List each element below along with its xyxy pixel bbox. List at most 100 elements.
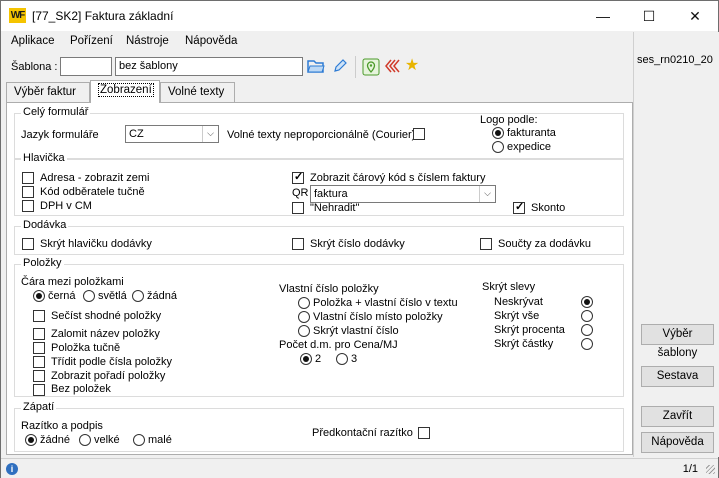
kod-odberatele-label: Kód odběratele tučně <box>40 186 145 198</box>
location-pin-icon[interactable] <box>362 58 380 76</box>
qr-label: QR <box>292 187 309 199</box>
favorite-star-icon[interactable]: ★ <box>403 57 421 75</box>
cara-zadna-radio[interactable] <box>132 290 144 302</box>
pocet-3-radio[interactable] <box>336 353 348 365</box>
group-zapati: Zápatí Razítko a podpis žádné velké malé… <box>14 401 624 452</box>
cara-svetla-label: světlá <box>98 290 127 302</box>
page-count: 1/1 <box>682 463 698 475</box>
dph-checkbox[interactable] <box>22 200 34 212</box>
sablona-name-input[interactable]: bez šablony <box>115 57 303 76</box>
vyber-sablony-button[interactable]: Výběr šablony <box>641 324 714 359</box>
tab-zobrazeni[interactable]: Zobrazení <box>90 80 160 103</box>
cara-cerna-radio[interactable] <box>33 290 45 302</box>
info-icon[interactable]: i <box>6 463 18 475</box>
logo-fakturanta-radio[interactable] <box>492 127 504 139</box>
logo-fakturanta-label: fakturanta <box>507 127 556 139</box>
menu-porizeni[interactable]: Pořízení <box>70 35 113 47</box>
main-window: WF [77_SK2] Faktura základní — ☐ ✕ Aplik… <box>0 0 719 478</box>
poradi-label: Zobrazit pořadí položky <box>51 370 166 382</box>
tab-vyber-faktur[interactable]: Výběr faktur <box>6 82 90 102</box>
vl-skryt-radio[interactable] <box>298 325 310 337</box>
napoveda-button[interactable]: Nápověda <box>641 432 714 453</box>
skryt-cislo-checkbox[interactable] <box>292 238 304 250</box>
pocet-2-radio[interactable] <box>300 353 312 365</box>
neskryvat-radio[interactable] <box>581 296 593 308</box>
cara-label: Čára mezi položkami <box>21 276 124 288</box>
logo-expedice-label: expedice <box>507 141 552 153</box>
app-logo: WF <box>9 8 26 23</box>
qr-select[interactable]: faktura ⌵ <box>310 185 496 203</box>
secist-label: Sečíst shodné položky <box>51 310 162 322</box>
bez-polozek-checkbox[interactable] <box>33 384 45 396</box>
menu-bar: Aplikace Pořízení Nástroje Nápověda <box>1 32 633 52</box>
razitko-zadne-label: žádné <box>40 434 70 446</box>
volne-texty-checkbox[interactable] <box>413 128 425 140</box>
maximize-button[interactable]: ☐ <box>626 1 672 31</box>
carovy-kod-checkbox[interactable] <box>292 170 304 184</box>
predkontacni-checkbox[interactable] <box>418 427 430 439</box>
skonto-label: Skonto <box>531 202 566 214</box>
group-cely-formular: Celý formulář Jazyk formuláře CZ ⌵ Volné… <box>14 106 624 159</box>
menu-aplikace[interactable]: Aplikace <box>11 35 54 47</box>
razitko-label: Razítko a podpis <box>21 420 103 432</box>
qr-value: faktura <box>314 188 348 200</box>
menu-napoveda[interactable]: Nápověda <box>185 35 237 47</box>
vl-polozka-radio[interactable] <box>298 297 310 309</box>
jazyk-select[interactable]: CZ ⌵ <box>125 125 219 143</box>
sablona-label: Šablona : <box>11 61 58 73</box>
template-file-text: ses_rn0210_20 <box>637 54 713 66</box>
skryt-hlavicku-checkbox[interactable] <box>22 238 34 250</box>
cara-cerna-label: černá <box>48 290 76 302</box>
soucty-checkbox[interactable] <box>480 238 492 250</box>
jazyk-label: Jazyk formuláře <box>21 129 99 141</box>
cara-svetla-radio[interactable] <box>83 290 95 302</box>
skonto-checkbox[interactable] <box>513 200 525 214</box>
logo-label: Logo podle: <box>480 114 538 126</box>
edit-pencil-icon[interactable] <box>331 58 349 76</box>
skryt-cislo-label: Skrýt číslo dodávky <box>310 238 405 250</box>
predkontacni-label: Předkontační razítko <box>312 427 413 439</box>
group-polozky: Položky Čára mezi položkami černá světlá… <box>14 257 624 397</box>
group-hlavicka: Hlavička Adresa - zobrazit zemi Kód odbě… <box>14 152 624 216</box>
sablona-code-input[interactable] <box>60 57 112 76</box>
vl-misto-radio[interactable] <box>298 311 310 323</box>
razitko-male-radio[interactable] <box>133 434 145 446</box>
razitko-velke-radio[interactable] <box>79 434 91 446</box>
polozka-tucne-label: Položka tučně <box>51 342 121 354</box>
adresa-checkbox[interactable] <box>22 172 34 184</box>
nehradit-label: "Nehradit" <box>310 202 360 214</box>
tridit-checkbox[interactable] <box>33 356 45 368</box>
vl-skryt-label: Skrýt vlastní číslo <box>313 325 399 337</box>
group-dodavka: Dodávka Skrýt hlavičku dodávky Skrýt čís… <box>14 219 624 255</box>
pocet-2-label: 2 <box>315 353 322 365</box>
polozka-tucne-checkbox[interactable] <box>33 342 45 354</box>
cara-zadna-label: žádná <box>147 290 177 302</box>
minimize-button[interactable]: — <box>580 1 626 31</box>
zalomit-checkbox[interactable] <box>33 328 45 340</box>
skryt-castky-label: Skrýt částky <box>494 338 554 350</box>
razitko-male-label: malé <box>148 434 172 446</box>
rewind-icon[interactable] <box>383 58 401 76</box>
skryt-castky-radio[interactable] <box>581 338 593 350</box>
right-panel: ses_rn0210_20 Výběr šablony Sestava Zavř… <box>633 32 719 457</box>
kod-odberatele-checkbox[interactable] <box>22 186 34 198</box>
nehradit-checkbox[interactable] <box>292 202 304 214</box>
secist-checkbox[interactable] <box>33 310 45 322</box>
resize-grip-icon[interactable] <box>706 465 715 474</box>
menu-nastroje[interactable]: Nástroje <box>126 35 169 47</box>
open-folder-icon[interactable] <box>307 58 325 76</box>
poradi-checkbox[interactable] <box>33 370 45 382</box>
tridit-label: Třídit podle čísla položky <box>51 356 173 368</box>
status-bar: i 1/1 <box>1 458 718 478</box>
sestava-button[interactable]: Sestava <box>641 366 714 387</box>
chevron-down-icon: ⌵ <box>202 126 218 142</box>
skryt-procenta-radio[interactable] <box>581 324 593 336</box>
toolbar-separator <box>355 56 356 78</box>
razitko-zadne-radio[interactable] <box>25 434 37 446</box>
close-button[interactable]: ✕ <box>672 1 718 31</box>
tab-volne-texty[interactable]: Volné texty <box>160 82 235 102</box>
dph-label: DPH v CM <box>40 200 92 212</box>
skryt-vse-radio[interactable] <box>581 310 593 322</box>
logo-expedice-radio[interactable] <box>492 141 504 153</box>
zavrit-button[interactable]: Zavřít <box>641 406 714 427</box>
